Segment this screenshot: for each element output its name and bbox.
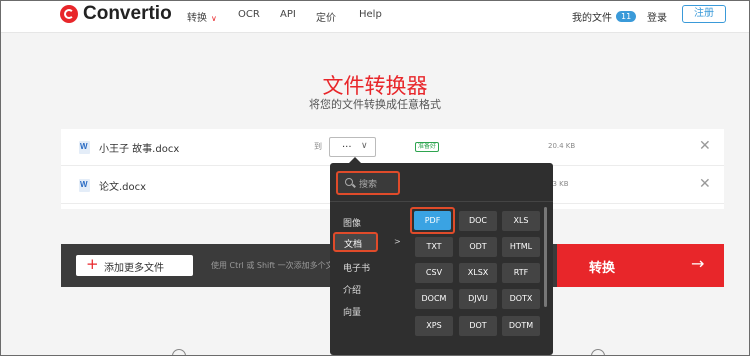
convert-label: 转换 xyxy=(589,261,616,276)
category-vector[interactable]: 向量 xyxy=(343,305,361,318)
format-option[interactable]: ODT xyxy=(459,237,497,257)
format-option[interactable]: XLSX xyxy=(459,263,497,283)
word-file-icon xyxy=(79,141,90,154)
chevron-down-icon: ∨ xyxy=(361,141,368,151)
word-file-icon xyxy=(79,179,90,192)
format-option[interactable]: XPS xyxy=(415,316,453,336)
my-files-link[interactable]: 我的文件 11 xyxy=(572,9,637,24)
nav-ocr[interactable]: OCR xyxy=(238,9,260,20)
category-image[interactable]: 图像 xyxy=(343,216,361,229)
format-option[interactable]: RTF xyxy=(502,263,540,283)
file-name: 论文.docx xyxy=(99,182,147,193)
format-option[interactable]: DOC xyxy=(459,211,497,231)
divider xyxy=(330,201,553,202)
format-option[interactable]: DOTX xyxy=(502,289,540,309)
format-option[interactable]: DOCM xyxy=(415,289,453,309)
remove-file-icon[interactable]: ✕ xyxy=(699,176,711,192)
page-subtitle: 将您的文件转换成任意格式 xyxy=(309,98,441,111)
step-icon xyxy=(172,349,186,356)
category-ebook[interactable]: 电子书 xyxy=(343,261,370,274)
add-more-files-button[interactable]: + 添加更多文件 xyxy=(76,255,193,276)
arrow-right-icon: → xyxy=(691,254,705,273)
format-dropdown: 搜索 图像 文档 > 电子书 介绍 向量 PDF DOC XLS TXT ODT… xyxy=(330,157,553,355)
nav-api[interactable]: API xyxy=(280,9,296,20)
search-icon xyxy=(345,178,353,186)
format-option[interactable]: DOT xyxy=(459,316,497,336)
format-search-input[interactable]: 搜索 xyxy=(336,171,400,195)
nav-convert-label: 转换 xyxy=(187,13,207,24)
nav-pricing[interactable]: 定价 xyxy=(316,9,336,24)
login-link[interactable]: 登录 xyxy=(647,9,667,24)
format-option[interactable]: XLS xyxy=(502,211,540,231)
top-header: Convertio 转换 ∨ OCR API 定价 Help 我的文件 11 登录… xyxy=(0,0,750,33)
to-label: 到 xyxy=(314,142,322,151)
category-document-label: 文档 xyxy=(344,240,363,250)
add-more-files-label: 添加更多文件 xyxy=(104,263,164,274)
file-count-badge: 11 xyxy=(616,11,637,22)
format-option-pdf[interactable]: PDF xyxy=(410,207,455,234)
chevron-right-icon: > xyxy=(394,237,401,246)
multi-select-hint: 使用 Ctrl 或 Shift 一次添加多个文 xyxy=(211,261,334,270)
brand-name: Convertio xyxy=(83,3,172,24)
file-size: 20.4 KB xyxy=(548,142,576,150)
step-icon xyxy=(591,349,605,356)
format-option[interactable]: DOTM xyxy=(502,316,540,336)
nav-help[interactable]: Help xyxy=(359,9,382,20)
format-option[interactable]: CSV xyxy=(415,263,453,283)
file-row: 小王子 故事.docx 到 ... ∨ 准备好 20.4 KB ✕ xyxy=(61,129,724,166)
my-files-label: 我的文件 xyxy=(572,13,612,24)
convert-button[interactable]: 转换 → xyxy=(557,244,724,287)
plus-icon: + xyxy=(86,255,99,273)
format-select[interactable]: ... ∨ xyxy=(329,137,376,157)
format-select-value: ... xyxy=(342,139,352,150)
category-document[interactable]: 文档 xyxy=(333,232,378,252)
format-option[interactable]: TXT xyxy=(415,237,453,257)
brand-logo[interactable]: Convertio xyxy=(60,3,172,25)
dropdown-scrollbar[interactable] xyxy=(544,207,547,307)
category-presentation[interactable]: 介绍 xyxy=(343,283,361,296)
status-badge: 准备好 xyxy=(415,142,440,152)
format-option-label: PDF xyxy=(414,211,451,230)
convertio-logo-icon xyxy=(60,5,78,23)
file-name: 小王子 故事.docx xyxy=(99,144,180,155)
nav-convert[interactable]: 转换 ∨ xyxy=(187,9,217,24)
register-button[interactable]: 注册 xyxy=(682,5,726,23)
format-option[interactable]: HTML xyxy=(502,237,540,257)
search-placeholder: 搜索 xyxy=(359,180,378,190)
remove-file-icon[interactable]: ✕ xyxy=(699,138,711,154)
chevron-down-icon: ∨ xyxy=(211,14,217,23)
format-option[interactable]: DJVU xyxy=(459,289,497,309)
